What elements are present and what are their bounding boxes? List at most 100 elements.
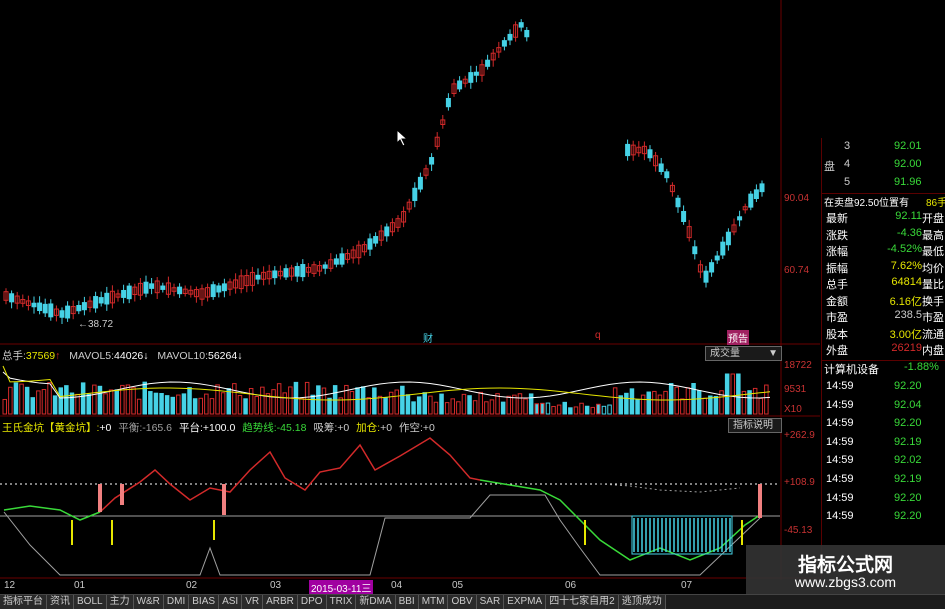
indicator-tab[interactable]: 主力	[106, 595, 134, 609]
candle-body	[160, 285, 166, 290]
order-book-row[interactable]: 3 92.01	[822, 140, 945, 155]
indicator-help-button[interactable]: 指标说明	[728, 418, 782, 433]
volume-bar	[97, 385, 103, 415]
stat-row: 市盈 238.5 市盈	[822, 309, 945, 324]
volume-bar	[730, 373, 735, 415]
indicator-tab[interactable]: BBI	[395, 595, 419, 609]
indicator-tab[interactable]: OBV	[448, 595, 477, 609]
volume-bar	[232, 383, 237, 415]
volume-bar	[248, 388, 254, 415]
stock-chart[interactable]	[0, 0, 820, 580]
event-marker-forecast[interactable]: 预告	[727, 330, 749, 345]
order-book-row[interactable]: 5 91.96	[822, 176, 945, 191]
volume-bar	[489, 399, 495, 415]
price-axis-label: 90.04	[784, 193, 810, 204]
candle-body	[457, 80, 463, 90]
up-arrow-icon: ↑	[55, 350, 61, 362]
volume-bar	[299, 397, 304, 415]
volume-bar	[304, 381, 310, 415]
volume-bar	[635, 399, 640, 415]
candle-body	[59, 310, 65, 318]
order-index: 3	[844, 140, 851, 152]
candle-body	[272, 270, 278, 279]
volume-bar	[198, 397, 203, 415]
volume-indicator-button[interactable]: 成交量 ▼	[705, 346, 782, 361]
indicator-tab[interactable]: 四十七家自用2	[546, 595, 619, 609]
candle-body	[445, 97, 451, 108]
stat-value: 26219	[891, 342, 922, 354]
candle-body	[255, 274, 261, 280]
candle-body	[429, 157, 435, 165]
volume-bar	[545, 402, 551, 415]
tick-price: 92.02	[894, 454, 922, 467]
indicator-tab[interactable]: SAR	[476, 595, 505, 609]
candle-body	[468, 72, 474, 83]
indicator-tab[interactable]: DMI	[163, 595, 190, 609]
stat-row: 涨幅 -4.52% 最低	[822, 243, 945, 258]
indicator-tab[interactable]: 资讯	[47, 595, 74, 609]
dotted-line	[599, 483, 741, 493]
indicator-header: 王氏金坑【黄金坑】:+0 平衡:-165.6 平台:+100.0 趋势线:-45…	[2, 420, 435, 435]
stat-value: 7.62%	[890, 259, 922, 272]
volume-bar	[226, 388, 231, 415]
volume-bar	[657, 394, 663, 415]
stat-value: 6.16亿	[889, 295, 922, 308]
volume-bar	[254, 396, 259, 415]
volume-bar	[584, 405, 590, 415]
candle-body	[709, 262, 715, 273]
volume-bar	[271, 389, 276, 415]
candle-body	[737, 216, 743, 221]
stat-row: 最新 92.11 开盘	[822, 210, 945, 225]
sector-row[interactable]: 计算机设备 -1.88%	[822, 360, 945, 376]
indicator-tab[interactable]: BIAS	[189, 595, 220, 609]
volume-bar	[551, 405, 556, 415]
balance-value: -165.6	[142, 422, 173, 434]
indicator-tab[interactable]: EXPMA	[504, 595, 547, 609]
on-sale-qty: 86手	[926, 198, 945, 209]
candle-body	[703, 270, 709, 283]
indicator-tab[interactable]: DPO	[297, 595, 327, 609]
volume-bar	[568, 407, 573, 415]
indicator-tab[interactable]: 新DMA	[356, 595, 396, 609]
volume-bar	[646, 391, 651, 415]
candle-body	[753, 189, 759, 200]
volume-bar	[607, 404, 612, 415]
indicator-tab[interactable]: 指标平台	[0, 595, 47, 609]
indicator-tab[interactable]: 逃顶成功	[618, 595, 666, 609]
volume-bar	[562, 401, 567, 415]
volume-bar	[8, 386, 13, 415]
indicator-tab[interactable]: ARBR	[263, 595, 298, 609]
candle-body	[216, 285, 222, 293]
indicator-tab[interactable]: TRIX	[326, 595, 357, 609]
tick-price: 92.20	[894, 417, 922, 430]
volume-button-label: 成交量	[710, 348, 740, 359]
stat-value: 238.5	[894, 309, 922, 321]
volume-bar	[288, 386, 293, 415]
candle-body	[373, 236, 379, 244]
volume-bar	[439, 393, 444, 415]
tick-row: 14:59 92.19	[822, 436, 945, 451]
order-side-label: 盘	[824, 161, 835, 173]
tick-row: 14:59 92.02	[822, 454, 945, 469]
month-label: 03	[270, 580, 282, 591]
indicator-tab[interactable]: VR	[242, 595, 264, 609]
indicator-tab[interactable]: BOLL	[74, 595, 107, 609]
candle-body	[104, 292, 110, 305]
stat-label: 外盘	[826, 345, 848, 357]
indicator-tab[interactable]: MTM	[418, 595, 449, 609]
candle-body	[210, 284, 216, 298]
indicator-tab[interactable]: ASI	[219, 595, 243, 609]
tick-price: 92.20	[894, 510, 922, 523]
event-marker-finance[interactable]: 财	[423, 330, 433, 345]
candle-body	[501, 40, 507, 47]
stat-tail-label: 均价	[922, 262, 944, 275]
add-position-label: 加仓:	[356, 422, 381, 434]
candle-body	[177, 286, 183, 295]
indicator-lines	[0, 437, 780, 576]
indicator-tab[interactable]: W&R	[133, 595, 164, 609]
candle-body	[37, 302, 43, 312]
dropdown-arrow-icon: ▼	[768, 348, 778, 359]
candle-body	[221, 283, 227, 292]
order-book-row[interactable]: 盘 4 92.00	[822, 158, 945, 173]
event-marker-q[interactable]: q	[595, 330, 601, 341]
